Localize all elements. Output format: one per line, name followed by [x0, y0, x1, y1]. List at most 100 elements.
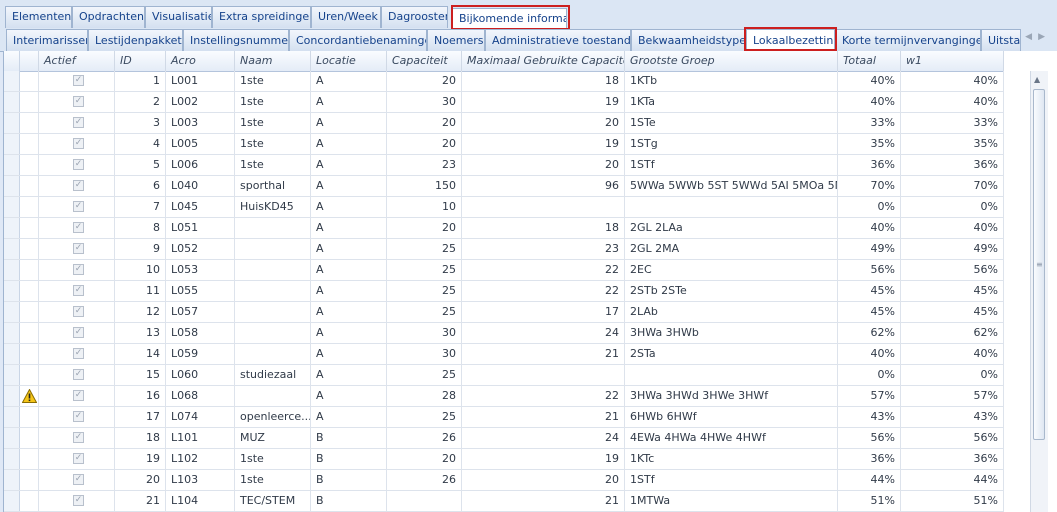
cell-acro[interactable]: L057: [166, 302, 235, 322]
table-row[interactable]: ✓ 18 L101 MUZ B 26 24 4EWa 4HWa 4HWe 4HWf 56% 56%: [4, 428, 1004, 449]
cell-id[interactable]: 4: [115, 134, 166, 154]
actief-checkbox[interactable]: ✓: [73, 201, 84, 212]
cell-w1[interactable]: 45%: [901, 281, 1004, 301]
table-row[interactable]: ✓ 6 L040 sporthal A 150 96 5WWa 5WWb 5ST 5WWd 5…: [4, 176, 1004, 197]
cell-acro[interactable]: L003: [166, 113, 235, 133]
cell-totaal[interactable]: 45%: [838, 302, 901, 322]
cell-locatie[interactable]: A: [311, 302, 387, 322]
cell-locatie[interactable]: A: [311, 113, 387, 133]
cell-capaciteit[interactable]: 25: [387, 302, 462, 322]
row-indicator[interactable]: [4, 302, 20, 322]
actief-checkbox[interactable]: ✓: [73, 264, 84, 275]
tab-concordantiebenamingen[interactable]: Concordantiebenamingen: [289, 29, 427, 51]
cell-capaciteit[interactable]: 30: [387, 323, 462, 343]
tab-administratieve-toestanden[interactable]: Administratieve toestanden: [485, 29, 631, 51]
cell-acro[interactable]: L001: [166, 71, 235, 91]
row-indicator[interactable]: [4, 365, 20, 385]
cell-totaal[interactable]: 43%: [838, 407, 901, 427]
cell-w1[interactable]: 70%: [901, 176, 1004, 196]
cell-grootste-groep[interactable]: 2STb 2STe: [625, 281, 838, 301]
cell-grootste-groep[interactable]: 5WWa 5WWb 5ST 5WWd 5AI 5MOa 5MOb: [625, 176, 838, 196]
cell-w1[interactable]: 49%: [901, 239, 1004, 259]
cell-acro[interactable]: L074: [166, 407, 235, 427]
table-row[interactable]: ✓ 8 L051 A 20 18 2GL 2LAa 40% 40%: [4, 218, 1004, 239]
cell-totaal[interactable]: 40%: [838, 71, 901, 91]
cell-id[interactable]: 21: [115, 491, 166, 511]
cell-acro[interactable]: L103: [166, 470, 235, 490]
row-indicator[interactable]: [4, 386, 20, 406]
cell-w1[interactable]: 56%: [901, 428, 1004, 448]
cell-locatie[interactable]: A: [311, 239, 387, 259]
table-row[interactable]: ✓ 13 L058 A 30 24 3HWa 3HWb 62% 62%: [4, 323, 1004, 344]
row-indicator[interactable]: [4, 134, 20, 154]
cell-naam[interactable]: 1ste: [235, 155, 311, 175]
cell-id[interactable]: 15: [115, 365, 166, 385]
header-actief[interactable]: Actief: [39, 51, 115, 71]
cell-capaciteit[interactable]: 20: [387, 449, 462, 469]
cell-capaciteit[interactable]: 25: [387, 281, 462, 301]
cell-locatie[interactable]: A: [311, 365, 387, 385]
row-indicator[interactable]: [4, 449, 20, 469]
cell-grootste-groep[interactable]: 1STf: [625, 470, 838, 490]
scroll-thumb[interactable]: ≡: [1033, 89, 1045, 440]
cell-acro[interactable]: L040: [166, 176, 235, 196]
tab-extra-spreidingen[interactable]: Extra spreidingen: [212, 6, 311, 28]
cell-w1[interactable]: 36%: [901, 155, 1004, 175]
cell-grootste-groep[interactable]: 2GL 2MA: [625, 239, 838, 259]
cell-capaciteit[interactable]: 28: [387, 386, 462, 406]
cell-max-capaciteit[interactable]: 19: [462, 449, 625, 469]
cell-id[interactable]: 18: [115, 428, 166, 448]
actief-checkbox[interactable]: ✓: [73, 285, 84, 296]
cell-capaciteit[interactable]: 20: [387, 218, 462, 238]
cell-naam[interactable]: 1ste: [235, 113, 311, 133]
cell-acro[interactable]: L053: [166, 260, 235, 280]
cell-max-capaciteit[interactable]: 19: [462, 134, 625, 154]
cell-locatie[interactable]: A: [311, 407, 387, 427]
header-max-capaciteit[interactable]: Maximaal Gebruikte Capaciteit: [462, 51, 625, 71]
cell-acro[interactable]: L102: [166, 449, 235, 469]
tab-interimarissen[interactable]: Interimarissen: [6, 29, 88, 51]
cell-locatie[interactable]: A: [311, 386, 387, 406]
actief-checkbox[interactable]: ✓: [73, 243, 84, 254]
cell-acro[interactable]: L058: [166, 323, 235, 343]
row-indicator[interactable]: [4, 218, 20, 238]
table-row[interactable]: ✓ 10 L053 A 25 22 2EC 56% 56%: [4, 260, 1004, 281]
actief-checkbox[interactable]: ✓: [73, 432, 84, 443]
cell-locatie[interactable]: A: [311, 176, 387, 196]
cell-acro[interactable]: L060: [166, 365, 235, 385]
actief-checkbox[interactable]: ✓: [73, 411, 84, 422]
cell-acro[interactable]: L055: [166, 281, 235, 301]
cell-naam[interactable]: [235, 323, 311, 343]
cell-id[interactable]: 16: [115, 386, 166, 406]
actief-checkbox[interactable]: ✓: [73, 327, 84, 338]
cell-max-capaciteit[interactable]: 20: [462, 155, 625, 175]
cell-locatie[interactable]: A: [311, 323, 387, 343]
cell-locatie[interactable]: A: [311, 218, 387, 238]
cell-locatie[interactable]: A: [311, 71, 387, 91]
actief-checkbox[interactable]: ✓: [73, 453, 84, 464]
cell-naam[interactable]: [235, 239, 311, 259]
cell-totaal[interactable]: 44%: [838, 470, 901, 490]
cell-grootste-groep[interactable]: 6HWb 6HWf: [625, 407, 838, 427]
cell-w1[interactable]: 40%: [901, 218, 1004, 238]
cell-max-capaciteit[interactable]: 24: [462, 323, 625, 343]
cell-id[interactable]: 6: [115, 176, 166, 196]
header-totaal[interactable]: Totaal: [838, 51, 901, 71]
cell-w1[interactable]: 35%: [901, 134, 1004, 154]
cell-w1[interactable]: 45%: [901, 302, 1004, 322]
tab-korte-termijnvervangingen[interactable]: Korte termijnvervangingen: [835, 29, 981, 51]
table-row[interactable]: ✓ 21 L104 TEC/STEM B 21 1MTWa 51% 51%: [4, 491, 1004, 512]
cell-id[interactable]: 8: [115, 218, 166, 238]
tab-uitsta[interactable]: Uitsta: [981, 29, 1021, 51]
header-grootste-groep[interactable]: Grootste Groep: [625, 51, 838, 71]
table-row[interactable]: ✓ 2 L002 1ste A 30 19 1KTa 40% 40%: [4, 92, 1004, 113]
row-indicator[interactable]: [4, 470, 20, 490]
cell-capaciteit[interactable]: 25: [387, 239, 462, 259]
table-row[interactable]: ✓ 14 L059 A 30 21 2STa 40% 40%: [4, 344, 1004, 365]
cell-grootste-groep[interactable]: 2EC: [625, 260, 838, 280]
cell-grootste-groep[interactable]: 1KTa: [625, 92, 838, 112]
cell-grootste-groep[interactable]: 1KTb: [625, 71, 838, 91]
tab-bekwaamheidstypes[interactable]: Bekwaamheidstypes: [631, 29, 746, 51]
row-indicator[interactable]: [4, 92, 20, 112]
cell-naam[interactable]: 1ste: [235, 449, 311, 469]
